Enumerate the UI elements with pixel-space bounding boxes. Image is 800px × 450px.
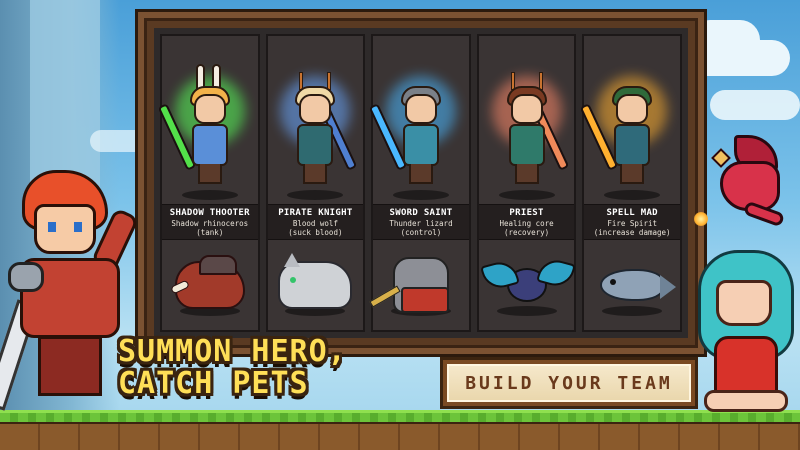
pet-portrait [162,240,258,330]
hero-portrait [579,36,680,204]
build-your-team-button[interactable]: BUILD YOUR TEAM [443,360,695,406]
hero-name: SHADOW THOOTER [169,208,250,218]
hero-outfit [402,124,439,166]
hero-info-plate: PRIEST Healing core (recovery) [478,204,575,240]
hero-card-3[interactable]: PRIEST Healing core (recovery) [476,34,577,332]
hero-outfit [614,124,651,166]
hero-sprite [368,72,451,192]
pet-role: (suck blood) [288,228,343,237]
cyan-haired-girl [690,250,800,420]
pet-role: (recovery) [504,228,550,237]
boar-pet-icon [174,255,245,309]
hero-card-2[interactable]: SWORD SAINT Thunder lizard (control) [368,34,471,332]
headline-line-1: SUMMON HERO, [118,334,347,369]
hero-pet-board: SHADOW THOOTER Shadow rhinoceros (tank) PI… [138,12,704,354]
hero-portrait [268,36,364,204]
hero-info-plate: SHADOW THOOTER Shadow rhinoceros (tank) [162,204,258,240]
hero-portrait [368,36,469,204]
hero-portrait [479,36,575,204]
hero-info-plate: PIRATE KNIGHT Blood wolf (suck blood) [267,204,364,240]
hero-info-plate: SWORD SAINT Thunder lizard (control) [373,204,469,240]
hero-name: SWORD SAINT [389,208,453,218]
hero-face [616,94,649,124]
pet-role: (tank) [196,228,224,237]
pet-name: Shadow rhinoceros [171,219,249,228]
hero-info-plate: SPELL MAD Fire Spirit (increase damage) [584,204,680,240]
pet-name: Blood wolf [292,219,338,228]
pet-name: Healing core [499,219,554,228]
girl-legs [704,390,788,412]
pet-shadow [496,306,557,316]
pet-shadow [602,306,663,316]
red-haired-warrior [0,170,140,411]
hero-portrait [157,36,258,204]
red-dragon-pet [704,135,794,245]
wolf-pet-icon [278,253,353,309]
hero-name: SPELL MAD [606,208,658,218]
warrior-eye [74,222,82,232]
hero-legs [514,164,539,184]
fish-pet-icon [600,269,677,301]
hero-outfit [297,124,334,166]
hero-sprite [579,72,662,192]
pet-name: Thunder lizard [389,219,453,228]
cloud [710,90,800,120]
hero-face [193,94,226,124]
headline: SUMMON HERO, CATCH PETS [118,336,448,400]
warrior-pauldron [8,262,44,292]
hero-card-0[interactable]: SHADOW THOOTER Shadow rhinoceros (tank) [157,34,260,332]
pet-portrait [584,240,680,330]
hero-legs [620,164,645,184]
hero-legs [408,164,433,184]
hero-name: PRIEST [509,208,544,218]
hero-face [299,94,332,124]
hero-sprite [497,72,569,192]
fireball-icon [694,212,708,226]
hero-sprite [157,64,240,192]
pet-role: (increase damage) [593,228,671,237]
warrior-face [34,204,96,254]
bat-pet-icon [506,268,547,302]
board-grid: SHADOW THOOTER Shadow rhinoceros (tank) PI… [154,28,688,338]
girl-face [716,280,772,326]
dirt-ground [0,422,800,450]
hero-face [510,94,543,124]
warrior-eye [48,222,56,232]
hero-name: PIRATE KNIGHT [278,208,353,218]
hero-legs [197,164,222,184]
hero-card-1[interactable]: PIRATE KNIGHT Blood wolf (suck blood) [265,34,366,332]
hero-face [404,94,437,124]
hero-card-4[interactable]: SPELL MAD Fire Spirit (increase damage) [579,34,682,332]
pet-role: (control) [400,228,442,237]
cat-pet-icon [392,257,449,313]
pet-portrait [479,240,575,330]
pet-portrait [268,240,364,330]
hero-sprite [285,72,358,192]
pet-portrait [373,240,469,330]
hero-outfit [191,124,228,166]
hero-legs [303,164,328,184]
pet-name: Fire Spirit [607,219,657,228]
girl-dress [714,336,778,396]
hero-outfit [508,124,545,166]
headline-line-2: CATCH PETS [118,366,309,401]
warrior-legs [38,336,102,396]
